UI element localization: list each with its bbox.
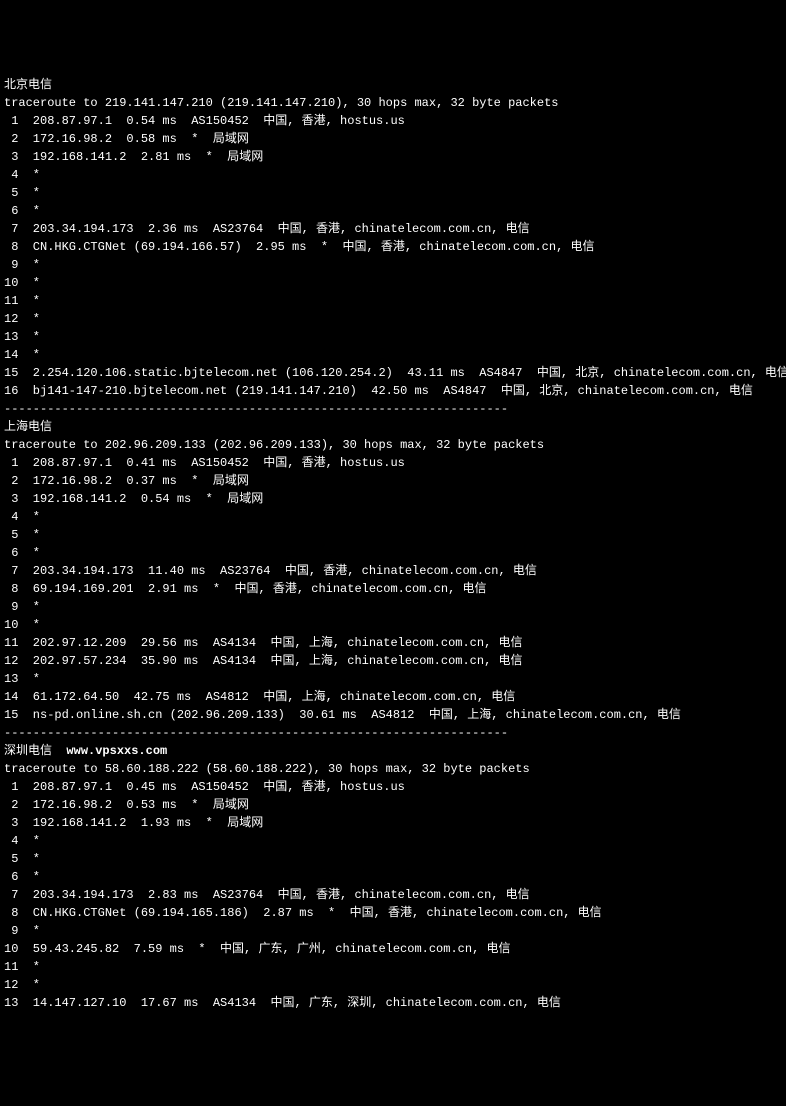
watermark-text: www.vpsxxs.com	[52, 744, 167, 758]
hop-line: 15 2.254.120.106.static.bjtelecom.net (1…	[4, 364, 782, 382]
hop-line: 12 202.97.57.234 35.90 ms AS4134 中国, 上海,…	[4, 652, 782, 670]
hop-line: 11 *	[4, 292, 782, 310]
hop-line: 13 14.147.127.10 17.67 ms AS4134 中国, 广东,…	[4, 994, 782, 1012]
hop-line: 8 69.194.169.201 2.91 ms * 中国, 香港, china…	[4, 580, 782, 598]
hop-line: 4 *	[4, 832, 782, 850]
hop-line: 9 *	[4, 256, 782, 274]
hop-line: 1 208.87.97.1 0.45 ms AS150452 中国, 香港, h…	[4, 778, 782, 796]
hop-line: 10 59.43.245.82 7.59 ms * 中国, 广东, 广州, ch…	[4, 940, 782, 958]
hop-line: 10 *	[4, 616, 782, 634]
title-text: 上海电信	[4, 420, 52, 434]
separator-line: ----------------------------------------…	[4, 724, 782, 742]
hop-line: 6 *	[4, 868, 782, 886]
hop-line: 6 *	[4, 202, 782, 220]
hop-line: 12 *	[4, 976, 782, 994]
hop-line: 4 *	[4, 508, 782, 526]
terminal-output: 北京电信 traceroute to 219.141.147.210 (219.1…	[4, 76, 782, 1012]
hop-line: 8 CN.HKG.CTGNet (69.194.166.57) 2.95 ms …	[4, 238, 782, 256]
hop-line: 7 203.34.194.173 2.83 ms AS23764 中国, 香港,…	[4, 886, 782, 904]
hop-line: 11 *	[4, 958, 782, 976]
hop-line: 15 ns-pd.online.sh.cn (202.96.209.133) 3…	[4, 706, 782, 724]
hop-line: 11 202.97.12.209 29.56 ms AS4134 中国, 上海,…	[4, 634, 782, 652]
hop-line: 4 *	[4, 166, 782, 184]
hop-line: 9 *	[4, 922, 782, 940]
hop-line: 5 *	[4, 184, 782, 202]
hop-line: 16 bj141-147-210.bjtelecom.net (219.141.…	[4, 382, 782, 400]
hop-line: 2 172.16.98.2 0.37 ms * 局域网	[4, 472, 782, 490]
hop-line: 3 192.168.141.2 2.81 ms * 局域网	[4, 148, 782, 166]
hop-line: 2 172.16.98.2 0.58 ms * 局域网	[4, 130, 782, 148]
title-text: 北京电信	[4, 78, 52, 92]
hop-line: 5 *	[4, 850, 782, 868]
hop-line: 10 *	[4, 274, 782, 292]
hop-line: 1 208.87.97.1 0.54 ms AS150452 中国, 香港, h…	[4, 112, 782, 130]
hop-line: 13 *	[4, 328, 782, 346]
hop-line: 7 203.34.194.173 2.36 ms AS23764 中国, 香港,…	[4, 220, 782, 238]
hop-line: 12 *	[4, 310, 782, 328]
hop-line: 8 CN.HKG.CTGNet (69.194.165.186) 2.87 ms…	[4, 904, 782, 922]
title-text: 深圳电信	[4, 744, 52, 758]
hop-line: 6 *	[4, 544, 782, 562]
hop-line: 2 172.16.98.2 0.53 ms * 局域网	[4, 796, 782, 814]
separator-line: ----------------------------------------…	[4, 400, 782, 418]
hop-line: 13 *	[4, 670, 782, 688]
traceroute-header: traceroute to 202.96.209.133 (202.96.209…	[4, 436, 782, 454]
hop-line: 5 *	[4, 526, 782, 544]
section-title: 北京电信	[4, 76, 782, 94]
hop-line: 7 203.34.194.173 11.40 ms AS23764 中国, 香港…	[4, 562, 782, 580]
hop-line: 3 192.168.141.2 0.54 ms * 局域网	[4, 490, 782, 508]
traceroute-header: traceroute to 58.60.188.222 (58.60.188.2…	[4, 760, 782, 778]
hop-line: 14 *	[4, 346, 782, 364]
section-title: 深圳电信 www.vpsxxs.com	[4, 742, 782, 760]
traceroute-header: traceroute to 219.141.147.210 (219.141.1…	[4, 94, 782, 112]
hop-line: 1 208.87.97.1 0.41 ms AS150452 中国, 香港, h…	[4, 454, 782, 472]
section-title: 上海电信	[4, 418, 782, 436]
hop-line: 9 *	[4, 598, 782, 616]
hop-line: 14 61.172.64.50 42.75 ms AS4812 中国, 上海, …	[4, 688, 782, 706]
